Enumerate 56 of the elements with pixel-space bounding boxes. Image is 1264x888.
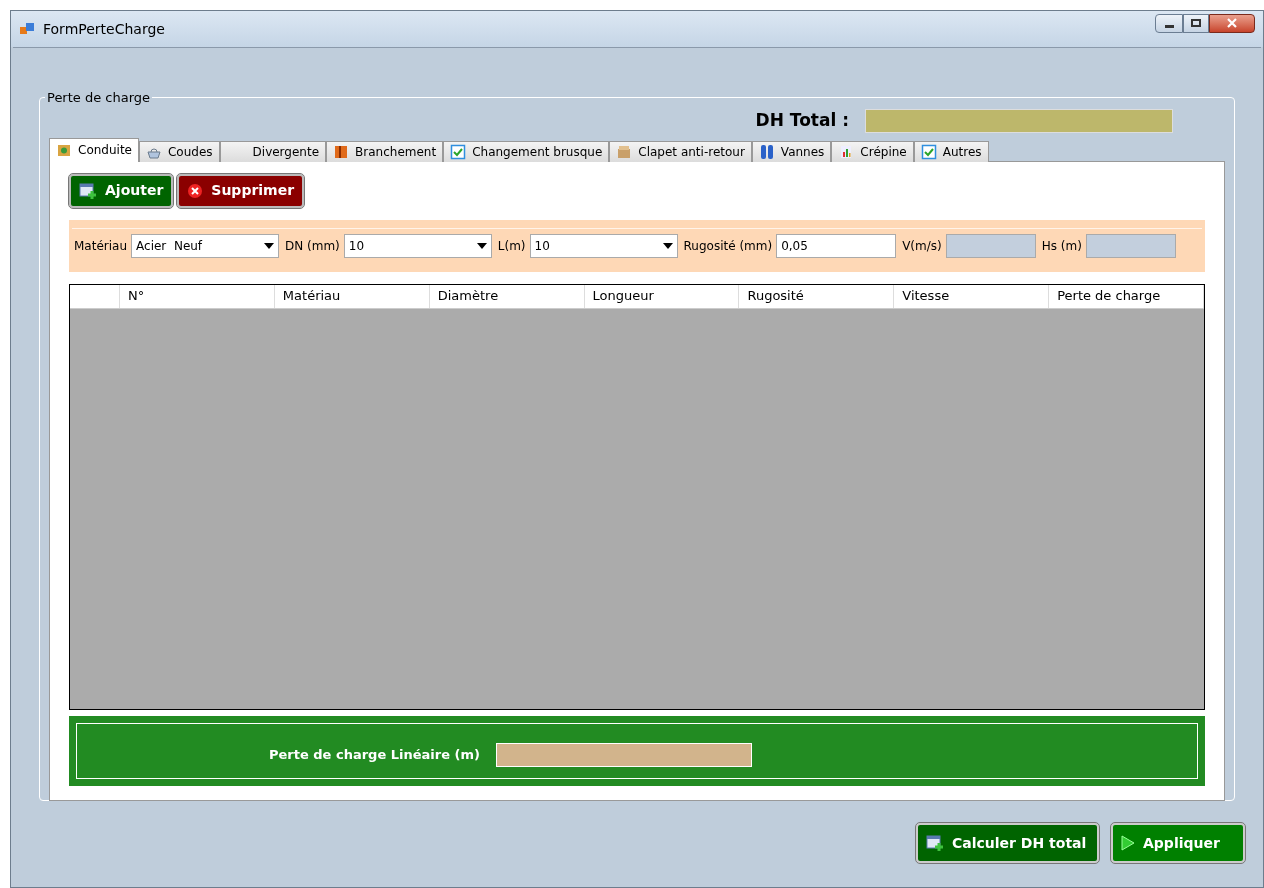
linear-loss-field[interactable] xyxy=(496,742,752,767)
linear-loss-label: Perte de charge Linéaire (m) xyxy=(269,745,480,764)
tab[interactable]: Autres xyxy=(913,140,989,162)
checkbox-icon xyxy=(920,143,937,160)
tab[interactable]: Conduite xyxy=(49,137,139,162)
input-field[interactable] xyxy=(945,234,1036,258)
table-add-icon xyxy=(926,834,944,852)
apply-button[interactable]: Appliquer xyxy=(1111,823,1245,863)
column-header[interactable]: Vitesse xyxy=(894,284,1050,308)
dh-total-field[interactable] xyxy=(865,108,1173,133)
input-field[interactable]: 0,05 xyxy=(776,234,897,258)
dropdown[interactable]: Acier Neuf xyxy=(131,234,280,258)
caret-icon xyxy=(476,243,487,249)
column-header[interactable]: Rugosité xyxy=(739,284,895,308)
dh-total-label: DH Total : xyxy=(755,108,849,132)
tab[interactable]: Vannes xyxy=(751,140,832,162)
column-header[interactable]: N° xyxy=(120,284,275,308)
tab[interactable]: Crépine xyxy=(831,140,914,162)
close-icon xyxy=(1227,18,1237,28)
tab[interactable]: Coudes xyxy=(139,140,220,162)
close-button[interactable] xyxy=(1209,13,1255,33)
column-header[interactable]: Perte de charge xyxy=(1049,284,1204,308)
book-icon xyxy=(333,143,350,160)
tab[interactable]: Changement brusque xyxy=(443,140,610,162)
dropdown[interactable]: 10 xyxy=(529,234,678,258)
box-icon xyxy=(616,143,633,160)
column-header[interactable]: Matériau xyxy=(274,284,430,308)
dropdown[interactable]: 10 xyxy=(343,234,492,258)
delete-button[interactable]: Supprimer xyxy=(177,173,305,208)
calculate-button[interactable]: Calculer DH total xyxy=(916,823,1099,863)
app-icon xyxy=(19,21,35,37)
tab[interactable]: Divergente xyxy=(219,140,327,162)
field-label: Hs (m) xyxy=(1041,238,1082,255)
group-title: Perte de charge xyxy=(46,89,152,107)
box-icon xyxy=(56,142,72,158)
caret-icon xyxy=(662,243,673,249)
minimize-button[interactable] xyxy=(1155,13,1183,33)
tab[interactable]: Clapet anti-retour xyxy=(609,140,752,162)
tab[interactable]: Branchement xyxy=(326,140,444,162)
input-field[interactable] xyxy=(1085,234,1176,258)
play-icon xyxy=(1121,835,1135,851)
table-add-icon xyxy=(79,181,97,200)
close-icon xyxy=(187,182,204,199)
caret-icon xyxy=(264,243,275,249)
column-header[interactable]: Longueur xyxy=(584,284,740,308)
field-label: Matériau xyxy=(74,238,128,255)
checkbox-icon xyxy=(450,143,467,160)
maximize-button[interactable] xyxy=(1183,13,1209,33)
field-label: L(m) xyxy=(497,238,526,255)
column-header[interactable]: Diamètre xyxy=(429,284,585,308)
add-button[interactable]: Ajouter xyxy=(69,173,174,208)
bars-icon xyxy=(758,143,775,160)
window-title: FormPerteCharge xyxy=(43,19,166,39)
field-label: V(m/s) xyxy=(902,238,942,255)
field-label: Rugosité (mm) xyxy=(683,238,773,255)
field-label: DN (mm) xyxy=(285,238,340,255)
